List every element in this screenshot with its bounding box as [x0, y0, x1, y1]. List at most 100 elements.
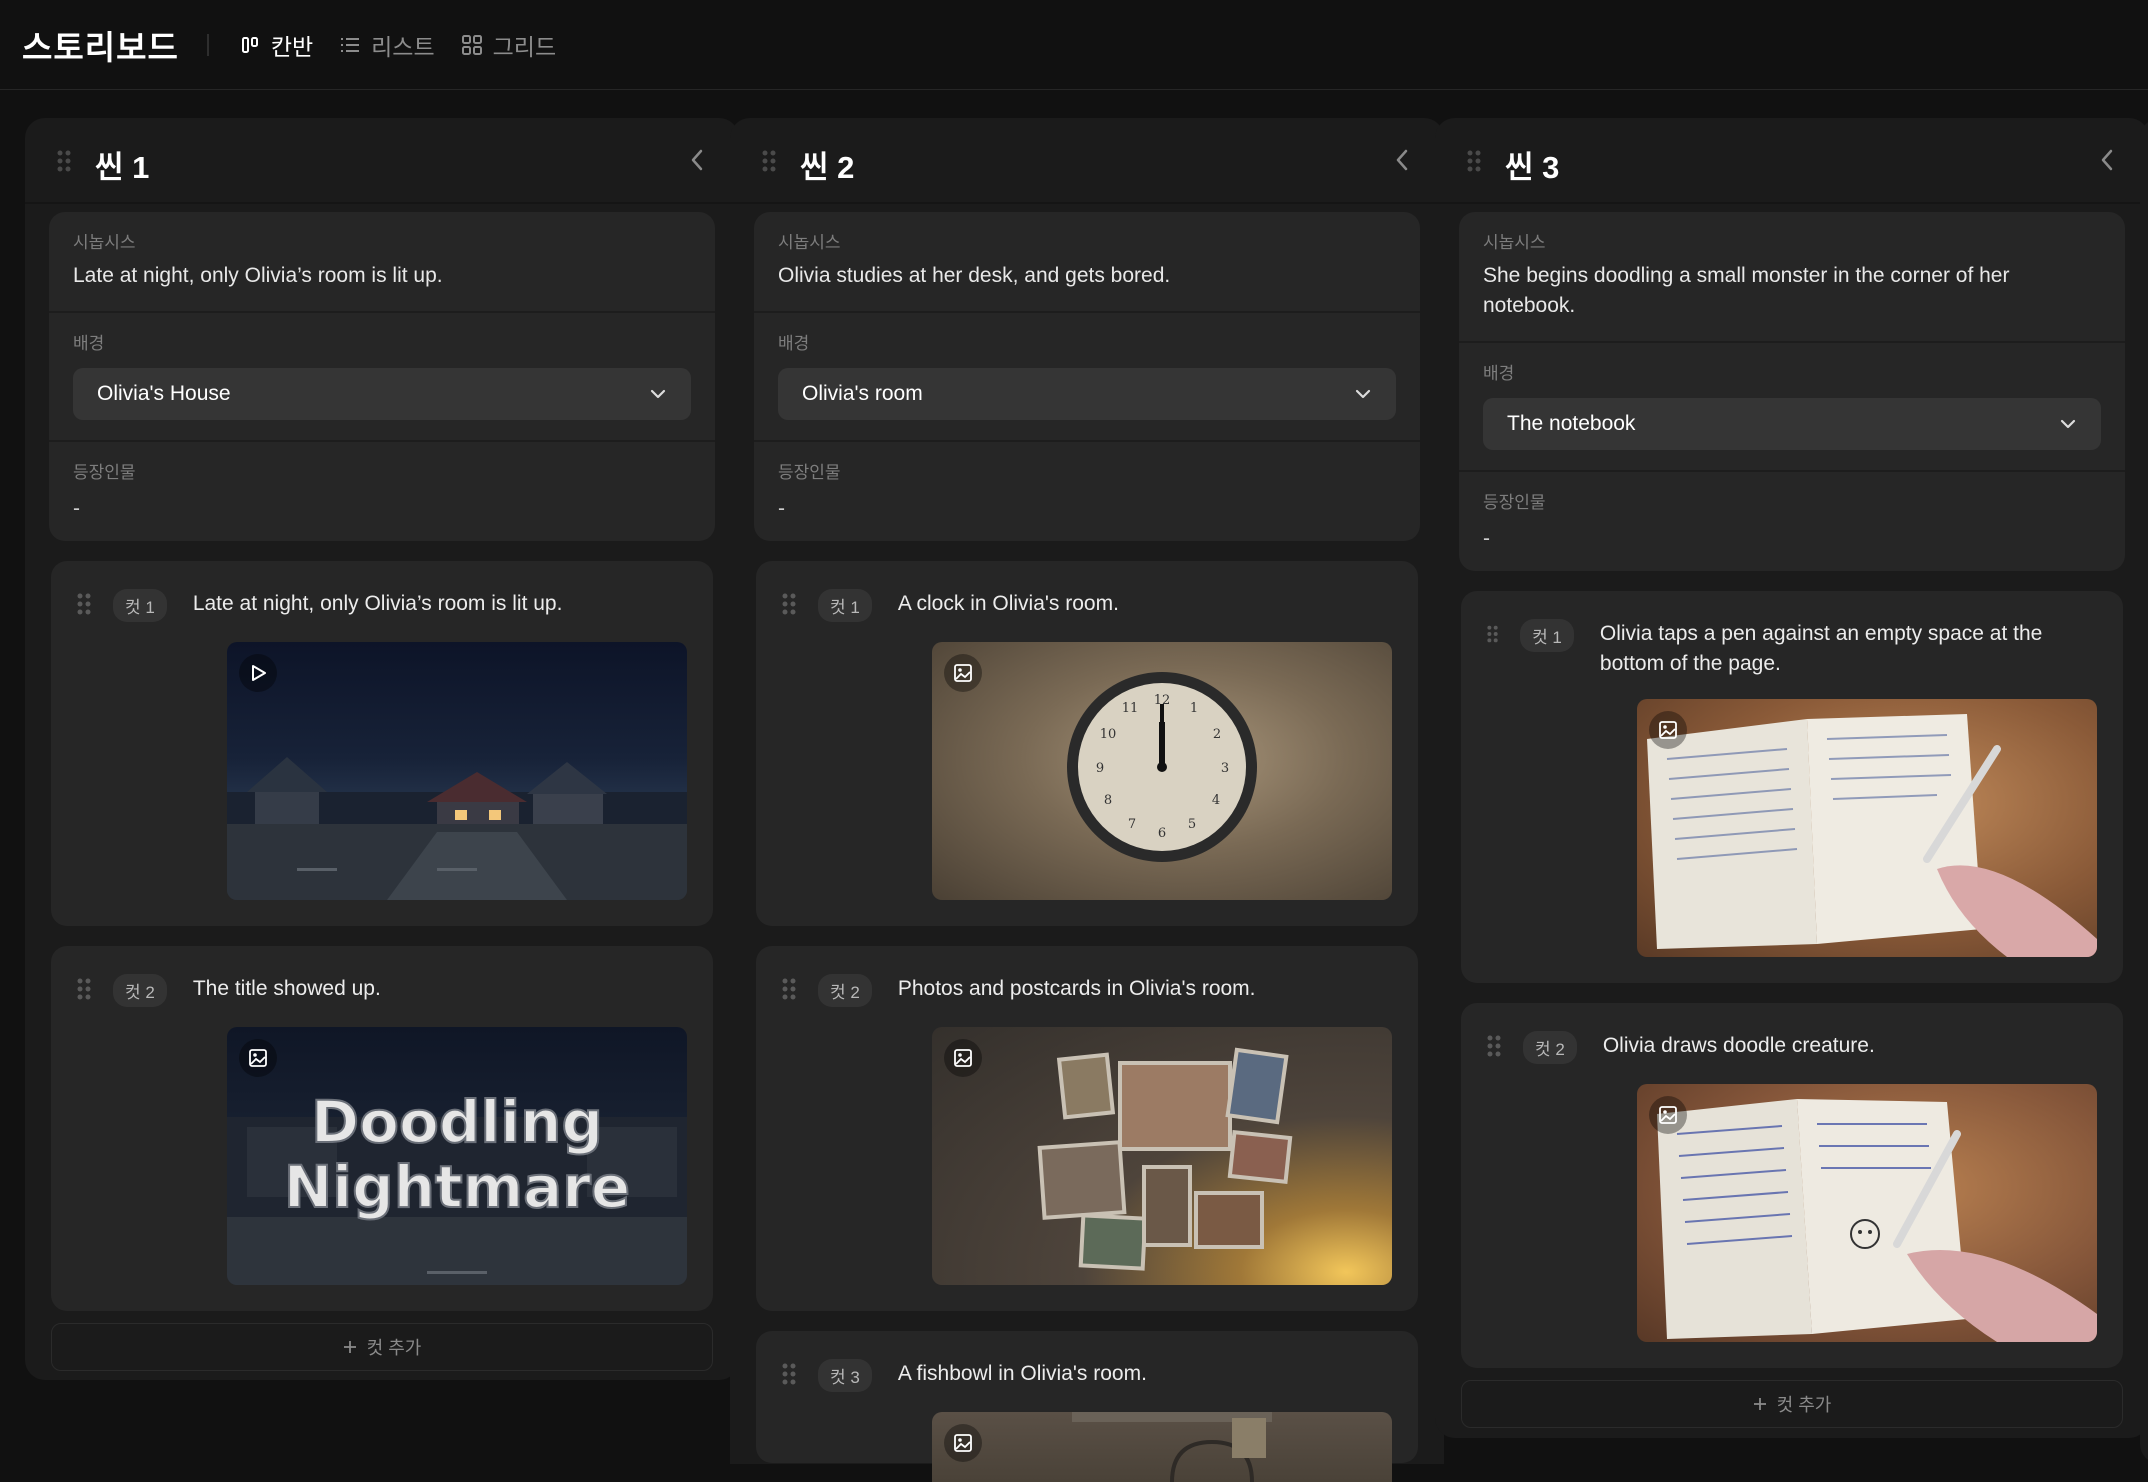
cut-card[interactable]: 컷 1 A clock in Olivia's room. 12 1 2 3 4567…	[756, 561, 1418, 926]
column-header: 씬 3	[1435, 118, 2148, 204]
cut-thumbnail[interactable]	[932, 1027, 1392, 1285]
drag-handle-icon[interactable]	[77, 978, 91, 1000]
chevron-down-icon	[1355, 389, 1371, 399]
cut-card[interactable]: 컷 2 Photos and postcards in Olivia's roo…	[756, 946, 1418, 1311]
characters-section: 등장인물 -	[1459, 472, 2125, 571]
svg-text:5: 5	[1188, 817, 1196, 832]
chevron-left-icon[interactable]	[689, 148, 705, 172]
cut-thumbnail[interactable]	[227, 642, 687, 900]
cut-description[interactable]: A fishbowl in Olivia's room.	[898, 1359, 1147, 1389]
cut-badge: 컷 2	[818, 974, 872, 1007]
characters-label: 등장인물	[778, 463, 841, 482]
chevron-left-icon[interactable]	[1394, 148, 1410, 172]
chevron-down-icon	[2060, 419, 2076, 429]
background-value: The notebook	[1507, 412, 1636, 435]
grid-icon	[461, 34, 482, 55]
image-button[interactable]	[944, 1424, 982, 1462]
night-house-illustration	[227, 757, 687, 900]
cut-badge: 컷 3	[818, 1359, 872, 1392]
background-select[interactable]: The notebook	[1483, 398, 2101, 450]
image-button[interactable]	[944, 654, 982, 692]
image-button[interactable]	[239, 1039, 277, 1077]
characters-value[interactable]: -	[73, 497, 691, 521]
tab-kanban[interactable]: 칸반	[241, 28, 313, 62]
cut-card[interactable]: 컷 1 Olivia taps a pen against an empty s…	[1461, 591, 2123, 983]
tab-list[interactable]: 리스트	[339, 28, 435, 62]
drag-handle-icon[interactable]	[762, 150, 776, 172]
cut-thumbnail[interactable]: Doodling Nightmare	[227, 1027, 687, 1285]
synopsis-label: 시놉시스	[73, 233, 136, 252]
chevron-down-icon	[650, 389, 666, 399]
drag-handle-icon[interactable]	[1467, 150, 1481, 172]
cut-card[interactable]: 컷 2 Olivia draws doodle creature.	[1461, 1003, 2123, 1368]
plus-icon	[343, 1341, 356, 1353]
image-button[interactable]	[1649, 711, 1687, 749]
characters-section: 등장인물 -	[754, 442, 1420, 541]
svg-text:6: 6	[1158, 826, 1166, 841]
synopsis-text[interactable]: Late at night, only Olivia’s room is lit…	[73, 261, 691, 291]
scene-title: 씬 2	[800, 150, 855, 185]
drag-handle-icon[interactable]	[782, 593, 796, 615]
svg-text:7: 7	[1128, 817, 1136, 832]
cut-badge: 컷 1	[818, 589, 872, 622]
tab-grid-label: 그리드	[492, 33, 557, 60]
plus-icon	[1753, 1398, 1766, 1410]
cut-description[interactable]: Olivia taps a pen against an empty space…	[1600, 619, 2097, 679]
background-value: Olivia's House	[97, 382, 231, 405]
background-select[interactable]: Olivia's House	[73, 368, 691, 420]
svg-text:1: 1	[1190, 701, 1198, 716]
drag-handle-icon[interactable]	[77, 593, 91, 615]
cut-thumbnail[interactable]	[1637, 699, 2097, 957]
add-cut-label: 컷 추가	[366, 1338, 422, 1358]
cut-thumbnail[interactable]	[932, 1412, 1392, 1482]
cut-card[interactable]: 컷 3 A fishbowl in Olivia's room.	[756, 1331, 1418, 1482]
image-button[interactable]	[1649, 1096, 1687, 1134]
scene-info-panel: 시놉시스 She begins doodling a small monster…	[1459, 212, 2125, 571]
doodle-notebook-illustration	[1657, 1099, 2097, 1342]
next-column-edge	[2140, 118, 2148, 1464]
photo-wall-illustration	[1037, 1047, 1293, 1271]
characters-label: 등장인물	[1483, 493, 1546, 512]
drag-handle-icon[interactable]	[782, 978, 796, 1000]
cut-badge: 컷 2	[1523, 1031, 1577, 1064]
characters-value[interactable]: -	[778, 497, 1396, 521]
svg-text:8: 8	[1104, 793, 1112, 808]
drag-handle-icon[interactable]	[782, 1363, 796, 1385]
cut-description[interactable]: The title showed up.	[193, 974, 381, 1004]
tab-grid[interactable]: 그리드	[461, 28, 556, 62]
play-icon	[252, 665, 266, 681]
cut-description[interactable]: Olivia draws doodle creature.	[1603, 1031, 1875, 1061]
drag-handle-icon[interactable]	[1487, 1035, 1501, 1057]
scene-column-2: 씬 2 시놉시스 Olivia studies at her desk, and…	[730, 118, 1444, 1482]
add-cut-label: 컷 추가	[1776, 1395, 1832, 1415]
svg-text:3: 3	[1221, 761, 1229, 776]
background-value: Olivia's room	[802, 382, 923, 405]
synopsis-text[interactable]: She begins doodling a small monster in t…	[1483, 261, 2101, 321]
cut-card[interactable]: 컷 2 The title showed up. Doodling Nightm…	[51, 946, 713, 1311]
characters-value[interactable]: -	[1483, 527, 2101, 551]
background-select[interactable]: Olivia's room	[778, 368, 1396, 420]
scene-info-panel: 시놉시스 Late at night, only Olivia’s room i…	[49, 212, 715, 541]
background-label: 배경	[73, 334, 105, 353]
drag-handle-icon[interactable]	[1487, 623, 1498, 645]
cut-thumbnail[interactable]	[1637, 1084, 2097, 1342]
characters-section: 등장인물 -	[49, 442, 715, 541]
add-cut-button[interactable]: 컷 추가	[1461, 1380, 2123, 1428]
cut-description[interactable]: Late at night, only Olivia’s room is lit…	[193, 589, 563, 619]
header-divider	[206, 33, 209, 56]
tab-list-label: 리스트	[371, 33, 435, 60]
synopsis-section: 시놉시스 Late at night, only Olivia’s room i…	[49, 212, 715, 313]
add-cut-button[interactable]: 컷 추가	[51, 1323, 713, 1371]
play-button[interactable]	[239, 654, 277, 692]
drag-handle-icon[interactable]	[57, 150, 71, 172]
synopsis-text[interactable]: Olivia studies at her desk, and gets bor…	[778, 261, 1396, 291]
cut-thumbnail[interactable]: 12 1 2 3 4567 8 9 10 11	[932, 642, 1392, 900]
cut-description[interactable]: Photos and postcards in Olivia's room.	[898, 974, 1256, 1004]
top-bar: 스토리보드 칸반 리스트 그리드	[0, 0, 2148, 90]
scene-title: 씬 3	[1505, 150, 1560, 185]
cut-description[interactable]: A clock in Olivia's room.	[898, 589, 1119, 619]
image-button[interactable]	[944, 1039, 982, 1077]
image-icon	[1659, 721, 1677, 739]
chevron-left-icon[interactable]	[2099, 148, 2115, 172]
cut-card[interactable]: 컷 1 Late at night, only Olivia’s room is…	[51, 561, 713, 926]
